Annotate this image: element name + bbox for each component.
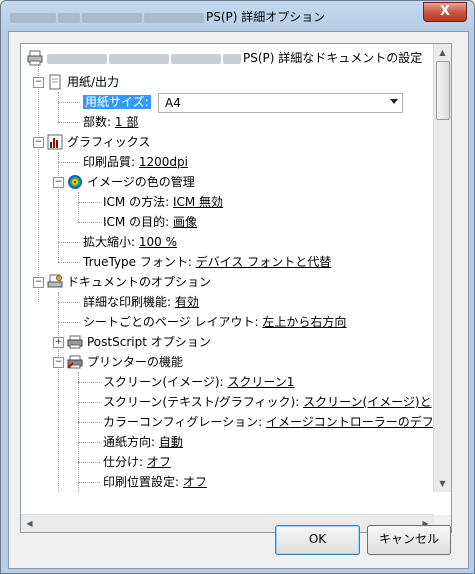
feature-value[interactable]: スクリーン(イメージ)と [303, 395, 432, 409]
redacted-text [82, 12, 142, 23]
redacted-text [58, 12, 80, 23]
feature-label: カラーコンフィグレーション: [103, 415, 263, 429]
scroll-thumb[interactable] [436, 61, 450, 120]
close-button[interactable]: X [423, 2, 467, 22]
collapse-icon[interactable]: − [53, 177, 64, 188]
advanced-printing-value[interactable]: 有効 [175, 295, 199, 309]
feature-label: 印刷位置設定: [103, 475, 180, 489]
expand-icon[interactable]: + [53, 337, 64, 348]
redacted-text [171, 53, 221, 64]
postscript-label: PostScript オプション [87, 335, 211, 349]
truetype-label: TrueType フォント: [83, 255, 192, 269]
settings-tree-frame: PS(P) 詳細なドキュメントの設定 − 用紙/出力 用紙サイズ: A4 部数:… [20, 43, 452, 533]
icm-method-value[interactable]: ICM 無効 [173, 195, 223, 209]
print-quality-label: 印刷品質: [83, 155, 136, 169]
tree-item-paper-size[interactable]: 用紙サイズ: [83, 92, 151, 112]
paper-size-value: A4 [165, 96, 181, 110]
collapse-icon[interactable]: − [33, 77, 44, 88]
tree-node-document-options[interactable]: ドキュメントのオプション [67, 272, 211, 292]
tree-root-label: PS(P) 詳細なドキュメントの設定 [243, 51, 423, 65]
scaling-label: 拡大縮小: [83, 235, 136, 249]
chevron-down-icon [390, 99, 398, 104]
tree-item-feed-direction[interactable]: 通紙方向: 自動 [103, 432, 183, 452]
window-title-text: PS(P) 詳細オプション [206, 10, 326, 24]
printer-features-label: プリンターの機能 [87, 355, 184, 369]
feature-label: 仕分け: [103, 455, 144, 469]
document-options-label: ドキュメントのオプション [67, 275, 212, 289]
feature-value[interactable]: スクリーン1 [227, 375, 294, 389]
tree-node-paper-output[interactable]: 用紙/出力 [67, 72, 119, 92]
feature-value[interactable]: 自動 [159, 435, 183, 449]
tree-item-collate[interactable]: 仕分け: オフ [103, 452, 171, 472]
graphics-label: グラフィックス [67, 135, 151, 149]
tree-item-scaling[interactable]: 拡大縮小: 100 % [83, 232, 177, 252]
paper-icon [49, 74, 61, 90]
feature-label: スクリーン(テキスト/グラフィック): [103, 395, 300, 409]
tree-item-icm-method[interactable]: ICM の方法: ICM 無効 [103, 192, 223, 212]
tree-node-printer-features[interactable]: プリンターの機能 [87, 352, 183, 372]
feature-label: 通紙方向: [103, 435, 156, 449]
scaling-value[interactable]: 100 % [139, 235, 177, 249]
feature-value[interactable]: イメージコントローラーのデフ [266, 415, 434, 429]
dialog-client: PS(P) 詳細なドキュメントの設定 − 用紙/出力 用紙サイズ: A4 部数:… [8, 31, 469, 569]
color-management-label: イメージの色の管理 [87, 175, 195, 189]
tree-item-print-quality[interactable]: 印刷品質: 1200dpi [83, 152, 188, 172]
printer-features-icon [67, 355, 83, 369]
settings-tree[interactable]: PS(P) 詳細なドキュメントの設定 − 用紙/出力 用紙サイズ: A4 部数:… [21, 44, 434, 492]
page-layout-value[interactable]: 左上から右方向 [262, 315, 346, 329]
vertical-scrollbar[interactable]: ▲ ▼ [433, 44, 451, 492]
redacted-text [223, 53, 241, 64]
copies-value[interactable]: 1 部 [115, 115, 138, 129]
postscript-printer-icon [67, 335, 83, 349]
page-layout-label: シートごとのページ レイアウト: [83, 315, 259, 329]
redacted-text [10, 12, 56, 23]
scroll-up-icon[interactable]: ▲ [434, 44, 451, 61]
collapse-icon[interactable]: − [33, 277, 44, 288]
icm-intent-value[interactable]: 画像 [173, 215, 197, 229]
ok-button[interactable]: OK [275, 525, 360, 555]
graphics-icon [47, 134, 63, 150]
icm-intent-label: ICM の目的: [103, 215, 170, 229]
feature-value[interactable]: オフ [183, 475, 207, 489]
printer-icon [27, 50, 43, 66]
tree-item-print-position[interactable]: 印刷位置設定: オフ [103, 472, 207, 492]
print-quality-value[interactable]: 1200dpi [139, 155, 188, 169]
copies-label: 部数: [83, 115, 112, 129]
close-icon: X [439, 4, 451, 19]
cancel-button[interactable]: キャンセル [367, 525, 451, 555]
paper-output-label: 用紙/出力 [67, 75, 120, 89]
window-title: PS(P) 詳細オプション [10, 8, 325, 25]
paper-size-dropdown[interactable]: A4 [158, 93, 403, 113]
scroll-left-icon[interactable]: ◀ [21, 515, 38, 532]
feature-label: スクリーン(イメージ): [103, 375, 224, 389]
tree-node-color-management[interactable]: イメージの色の管理 [87, 172, 195, 192]
paper-size-label: 用紙サイズ: [83, 95, 151, 109]
tree-item-advanced-printing[interactable]: 詳細な印刷機能: 有効 [83, 292, 199, 312]
feature-value[interactable]: オフ [147, 455, 171, 469]
tree-node-graphics[interactable]: グラフィックス [67, 132, 150, 152]
redacted-text [109, 53, 169, 64]
tree-item-icm-intent[interactable]: ICM の目的: 画像 [103, 212, 197, 232]
collapse-icon[interactable]: − [33, 137, 44, 148]
title-bar[interactable]: PS(P) 詳細オプション X [1, 1, 474, 31]
redacted-text [47, 53, 107, 64]
redacted-text [144, 12, 204, 23]
collapse-icon[interactable]: − [53, 357, 64, 368]
icm-method-label: ICM の方法: [103, 195, 170, 209]
advanced-printing-label: 詳細な印刷機能: [83, 295, 172, 309]
truetype-value[interactable]: デバイス フォントと代替 [196, 255, 331, 269]
tree-item-page-layout[interactable]: シートごとのページ レイアウト: 左上から右方向 [83, 312, 346, 332]
tree-item-screen-image[interactable]: スクリーン(イメージ): スクリーン1 [103, 372, 294, 392]
tree-item-truetype[interactable]: TrueType フォント: デバイス フォントと代替 [83, 252, 331, 272]
scroll-down-icon[interactable]: ▼ [434, 475, 451, 492]
tree-node-postscript[interactable]: PostScript オプション [87, 332, 211, 352]
dialog-window: PS(P) 詳細オプション X PS(P) 詳細なドキュメントの設定 − 用紙/… [0, 0, 475, 574]
tree-item-screen-text[interactable]: スクリーン(テキスト/グラフィック): スクリーン(イメージ)と [103, 392, 432, 412]
color-wheel-icon [68, 175, 82, 189]
document-options-icon [47, 274, 63, 288]
tree-item-color-config[interactable]: カラーコンフィグレーション: イメージコントローラーのデフ [103, 412, 434, 432]
tree-item-copies[interactable]: 部数: 1 部 [83, 112, 138, 132]
